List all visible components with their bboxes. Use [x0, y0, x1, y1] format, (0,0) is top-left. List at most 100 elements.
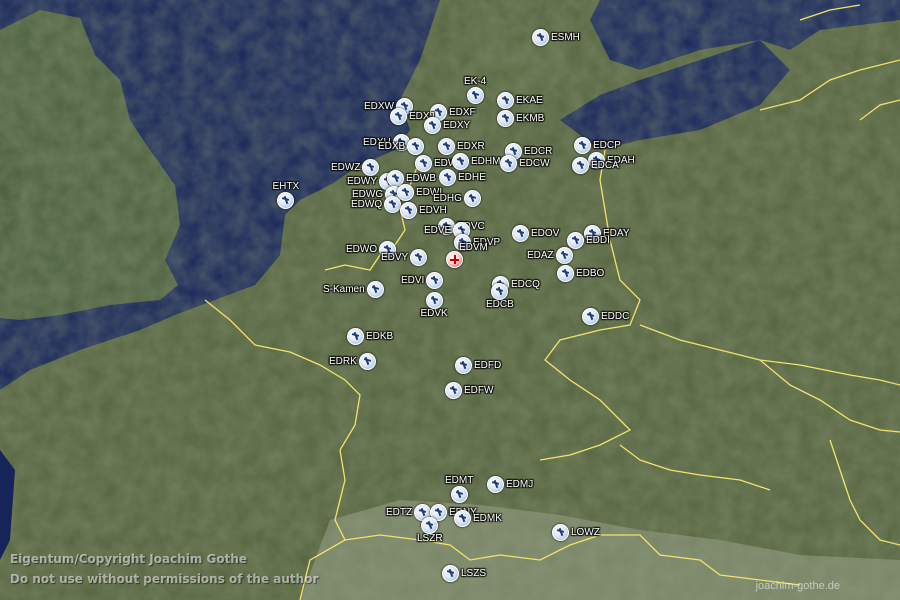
airfield-marker[interactable]: EDMT — [445, 476, 473, 503]
airfield-label: EDCW — [519, 157, 550, 169]
glider-pin-icon — [358, 353, 376, 370]
glider-pin-icon — [384, 196, 402, 213]
glider-pin-icon — [572, 157, 589, 174]
airfield-label: EDFD — [474, 359, 502, 371]
airfield-marker[interactable]: EDVK — [421, 292, 448, 319]
satellite-map[interactable]: ESMH EDXW EDXF EK-4 EKAE EKMB EDXJ EDXY EDXH EDXB… — [0, 0, 900, 600]
airfield-marker[interactable]: S-Kamen — [323, 281, 384, 298]
glider-pin-icon — [557, 265, 574, 282]
airfield-marker[interactable]: EDBO — [557, 265, 604, 282]
airfield-marker[interactable]: EDHE — [439, 169, 486, 186]
airfield-marker[interactable]: EDDC — [582, 308, 629, 325]
airfield-marker[interactable]: EDCB — [486, 283, 514, 310]
airfield-label: EDDC — [601, 310, 630, 322]
airfield-label: EDVE — [424, 224, 452, 236]
airfield-marker[interactable]: EDVI — [401, 272, 444, 289]
airfield-marker[interactable]: EK-4 — [464, 77, 486, 104]
airfield-label: EKAE — [516, 94, 543, 106]
glider-pin-icon — [407, 138, 425, 155]
airfield-label: EHTX — [272, 181, 300, 192]
airfield-label: EKMB — [516, 112, 545, 124]
airfield-marker[interactable]: EDCW — [500, 155, 550, 172]
airfield-label: EDWB — [406, 172, 436, 184]
airfield-marker[interactable]: EDDI — [567, 232, 610, 249]
airfield-marker[interactable]: EDWQ — [351, 196, 402, 213]
glider-pin-icon — [466, 87, 484, 104]
copyright-line-2: Do not use without permissions of the au… — [10, 572, 319, 586]
airfield-label: EDCP — [593, 139, 621, 151]
glider-pin-icon — [442, 565, 459, 582]
airfield-label: EDRK — [329, 355, 357, 367]
airfield-label: EDVH — [419, 204, 447, 216]
airfield-marker[interactable]: EDCA — [572, 157, 619, 174]
glider-pin-icon — [454, 510, 471, 527]
airfield-marker[interactable]: EDMJ — [487, 476, 533, 493]
airfield-marker[interactable]: EDVH — [400, 202, 447, 219]
glider-pin-icon — [497, 110, 514, 127]
glider-pin-icon — [555, 247, 573, 264]
airfield-label: LSZR — [417, 533, 443, 544]
airfield-label: EDXY — [443, 119, 471, 131]
airfield-label: EDHM — [471, 155, 501, 167]
glider-pin-icon — [582, 308, 599, 325]
glider-pin-icon — [512, 225, 529, 242]
glider-pin-icon — [552, 524, 569, 541]
airfield-label: EDWQ — [351, 198, 383, 210]
airfield-marker[interactable]: EDMK — [454, 510, 502, 527]
airfield-label: EDCQ — [511, 278, 540, 290]
copyright-line-1: Eigentum/Copyright Joachim Gothe — [10, 552, 248, 566]
airfield-marker[interactable]: ESMH — [532, 29, 580, 46]
airfield-marker[interactable]: EDAZ — [527, 247, 573, 264]
airfield-marker[interactable]: EHTX — [272, 181, 300, 209]
airfield-label: ESMH — [551, 31, 580, 43]
glider-pin-icon — [532, 29, 549, 46]
glider-pin-icon — [500, 155, 517, 172]
glider-pin-icon — [445, 382, 462, 399]
airfield-marker[interactable]: EDXY — [424, 117, 470, 134]
airfield-label: EK-4 — [464, 76, 487, 87]
airfield-label: EDCB — [486, 299, 514, 310]
glider-pin-icon — [497, 92, 514, 109]
airfield-marker[interactable]: EDFW — [445, 382, 493, 399]
airfield-label: EDKB — [366, 330, 394, 342]
airfield-marker[interactable]: EKAE — [497, 92, 543, 109]
airfield-label: EDVI — [401, 274, 425, 286]
home-airfield-marker[interactable]: EDVM — [446, 243, 488, 268]
airfield-marker[interactable]: LSZR — [417, 517, 443, 544]
glider-pin-icon — [277, 192, 295, 209]
glider-pin-icon — [463, 190, 481, 207]
airfield-marker[interactable]: EDOV — [512, 225, 559, 242]
airfield-marker[interactable]: EDVY — [381, 249, 428, 266]
airfield-marker[interactable]: LSZS — [442, 565, 486, 582]
glider-pin-icon — [452, 153, 469, 170]
airfield-label: EDTZ — [386, 506, 413, 518]
glider-pin-icon — [450, 486, 468, 503]
airfield-label: EDVY — [381, 251, 409, 263]
glider-pin-icon — [366, 281, 384, 298]
glider-pin-icon — [425, 292, 443, 309]
red-cross-pin-icon — [446, 251, 463, 268]
watermark-text: joachim-gothe.de — [755, 580, 840, 592]
airfield-label: EDAZ — [527, 249, 554, 261]
airfield-marker[interactable]: EDHM — [452, 153, 500, 170]
airfield-label: EDWO — [346, 243, 378, 255]
airfield-marker[interactable]: EDRK — [329, 353, 376, 370]
airfield-label: EDMK — [473, 512, 502, 524]
glider-pin-icon — [400, 202, 417, 219]
airfield-label: EDVK — [420, 308, 448, 319]
airfield-marker[interactable]: LOWZ — [552, 524, 600, 541]
glider-pin-icon — [390, 108, 407, 125]
home-airfield-label: EDVM — [459, 242, 488, 253]
airfield-marker[interactable]: EKMB — [497, 110, 544, 127]
glider-pin-icon — [426, 272, 444, 289]
airfield-marker[interactable]: EDKB — [347, 328, 393, 345]
airfield-label: LSZS — [461, 567, 487, 579]
airfield-marker[interactable]: EDFD — [455, 357, 501, 374]
glider-pin-icon — [487, 476, 504, 493]
airfield-label: EDXR — [457, 140, 485, 152]
airfield-label: EDXF — [449, 106, 476, 118]
airfield-label: EDBO — [576, 267, 605, 279]
glider-pin-icon — [410, 249, 428, 266]
airfield-marker[interactable]: EDXB — [378, 138, 425, 155]
airfield-label: EDFW — [464, 384, 494, 396]
